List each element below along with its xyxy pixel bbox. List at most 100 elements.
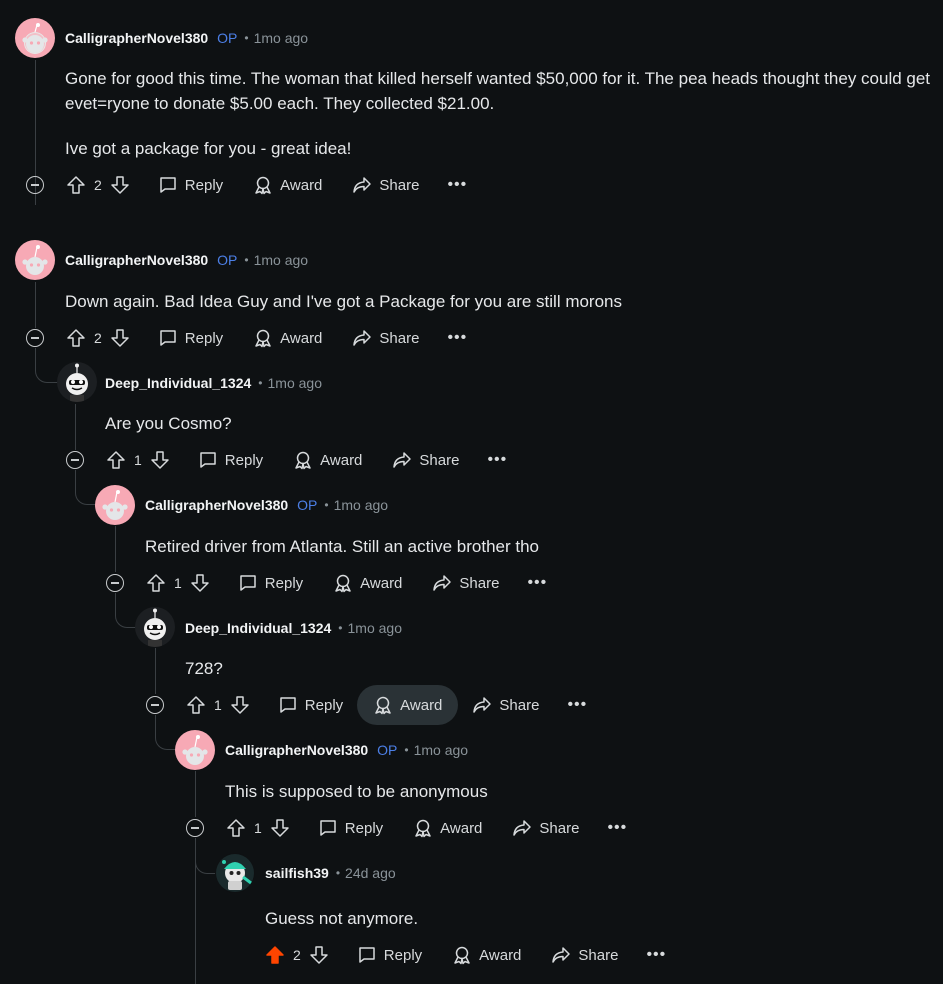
action-bar: 2 Reply Award Share ••• [26,318,467,358]
username[interactable]: CalligrapherNovel380 [65,252,208,268]
downvote-icon[interactable] [270,818,290,838]
timestamp[interactable]: 1mo ago [254,252,308,268]
award-icon [295,451,311,470]
award-button[interactable]: Award [450,935,523,975]
separator-dot: • [338,621,343,635]
award-label: Award [400,696,443,714]
separator-dot: • [324,498,329,512]
username[interactable]: CalligrapherNovel380 [65,30,208,46]
timestamp[interactable]: 1mo ago [268,375,322,391]
avatar[interactable] [15,240,55,280]
more-options-icon[interactable]: ••• [567,696,587,714]
award-button[interactable]: Award [411,808,484,848]
comment-header: sailfish39 • 24d ago [265,863,396,883]
reply-label: Reply [304,696,344,714]
separator-dot: • [258,376,263,390]
snoo-avatar-icon [102,490,128,520]
share-button[interactable]: Share [390,440,461,480]
comment-text: This is supposed to be anonymous [225,782,488,801]
username[interactable]: CalligrapherNovel380 [225,742,368,758]
share-button[interactable]: Share [350,318,421,358]
more-options-icon[interactable]: ••• [487,451,507,469]
collapse-icon[interactable] [186,819,204,837]
comment-text: 728? [185,659,223,678]
upvote-icon[interactable] [226,818,246,838]
collapse-icon[interactable] [146,696,164,714]
comment-text: Down again. Bad Idea Guy and I've got a … [65,292,623,311]
username[interactable]: Deep_Individual_1324 [105,375,251,391]
reply-button[interactable]: Reply [355,935,424,975]
action-bar: 2 Reply Award Share ••• [26,165,467,205]
snoo-avatar-icon [22,23,48,54]
collapse-icon[interactable] [26,329,44,347]
upvote-icon[interactable] [146,573,166,593]
comment-header: Deep_Individual_1324 • 1mo ago [185,618,402,638]
share-button[interactable]: Share [549,935,620,975]
upvote-icon[interactable] [106,450,126,470]
downvote-icon[interactable] [150,450,170,470]
collapse-icon[interactable] [66,451,84,469]
timestamp[interactable]: 1mo ago [334,497,388,513]
username[interactable]: sailfish39 [265,865,329,881]
downvote-icon[interactable] [190,573,210,593]
collapse-icon[interactable] [106,574,124,592]
more-options-icon[interactable]: ••• [447,176,467,194]
timestamp[interactable]: 24d ago [345,865,396,881]
action-bar: 1 Reply Award Share ••• [106,563,547,603]
snoo-avatar-icon [182,735,208,765]
award-button[interactable]: Award [331,563,404,603]
downvote-icon[interactable] [309,945,329,965]
timestamp[interactable]: 1mo ago [414,742,468,758]
more-options-icon[interactable]: ••• [607,819,627,837]
downvote-icon[interactable] [110,175,130,195]
avatar[interactable] [15,18,55,58]
reply-button[interactable]: Reply [276,685,345,725]
avatar[interactable] [175,730,215,770]
timestamp[interactable]: 1mo ago [348,620,402,636]
upvote-icon[interactable] [66,328,86,348]
more-options-icon[interactable]: ••• [527,574,547,592]
share-button[interactable]: Share [510,808,581,848]
avatar[interactable] [57,362,97,402]
award-button[interactable]: Award [291,440,364,480]
username[interactable]: CalligrapherNovel380 [145,497,288,513]
award-icon [415,819,431,838]
downvote-icon[interactable] [230,695,250,715]
reply-button[interactable]: Reply [156,165,225,205]
reply-button[interactable]: Reply [236,563,305,603]
share-button[interactable]: Share [350,165,421,205]
snoo-green-avatar-icon [216,854,254,892]
avatar[interactable] [215,853,255,893]
collapse-icon[interactable] [26,176,44,194]
upvote-icon[interactable] [66,175,86,195]
vote-control: 1 [226,818,290,838]
award-button[interactable]: Award [251,165,324,205]
award-button[interactable]: Award [251,318,324,358]
more-options-icon[interactable]: ••• [646,946,666,964]
share-button[interactable]: Share [470,685,541,725]
reply-button[interactable]: Reply [156,318,225,358]
avatar[interactable] [95,485,135,525]
avatar[interactable] [135,607,175,647]
share-label: Share [539,819,580,837]
downvote-icon[interactable] [110,328,130,348]
snoo-dark-avatar-icon [144,608,166,647]
username[interactable]: Deep_Individual_1324 [185,620,331,636]
upvote-icon[interactable] [186,695,206,715]
reply-label: Reply [264,574,304,592]
reply-button[interactable]: Reply [316,808,385,848]
share-icon [393,452,412,468]
comment-text: Retired driver from Atlanta. Still an ac… [145,537,540,556]
action-bar: 1 Reply Award Share ••• [66,440,507,480]
award-label: Award [440,819,483,837]
timestamp[interactable]: 1mo ago [254,30,308,46]
more-options-icon[interactable]: ••• [447,329,467,347]
award-button[interactable]: Award [357,685,459,725]
upvote-icon-active[interactable] [265,945,285,965]
reply-button[interactable]: Reply [196,440,265,480]
vote-control: 2 [66,328,130,348]
vote-score: 2 [94,330,102,346]
reply-label: Reply [184,329,224,347]
share-button[interactable]: Share [430,563,501,603]
award-icon [255,176,271,195]
